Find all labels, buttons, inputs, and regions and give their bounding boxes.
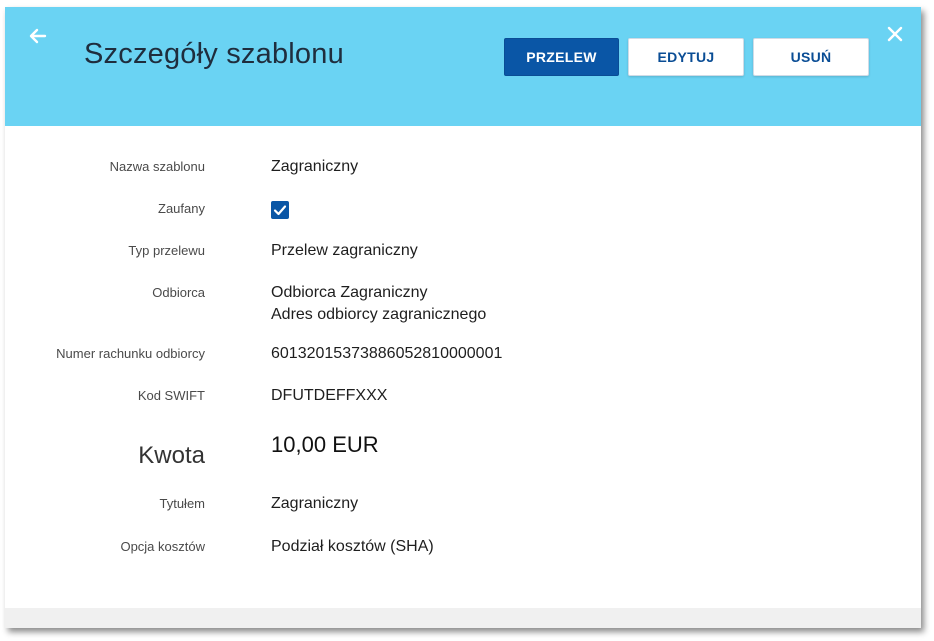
- transfer-type-label: Typ przelewu: [128, 243, 205, 258]
- account-number-value: 60132015373886052810000001: [271, 345, 503, 362]
- back-button[interactable]: [27, 25, 49, 47]
- recipient-address: Adres odbiorcy zagranicznego: [271, 306, 487, 323]
- page-title: Szczegóły szablonu: [84, 38, 344, 70]
- cost-option-value: Podział kosztów (SHA): [271, 538, 434, 555]
- recipient-label: Odbiorca: [152, 285, 205, 300]
- trusted-checkbox[interactable]: [271, 201, 289, 219]
- template-name-value: Zagraniczny: [271, 158, 359, 175]
- transfer-type-value: Przelew zagraniczny: [271, 242, 418, 259]
- swift-label: Kod SWIFT: [137, 388, 205, 403]
- amount-value: 10,00 EUR: [271, 434, 379, 456]
- title-value: Zagraniczny: [271, 495, 359, 512]
- swift-value: DFUTDEFFXXX: [271, 387, 388, 404]
- dialog-footer: [5, 608, 921, 628]
- template-name-label: Nazwa szablonu: [109, 159, 205, 174]
- edit-button[interactable]: EDYTUJ: [628, 38, 744, 76]
- title-label: Tytułem: [159, 496, 205, 511]
- recipient-name: Odbiorca Zagraniczny: [271, 284, 428, 301]
- dialog-header: Szczegóły szablonu PRZELEW EDYTUJ USUŃ: [5, 7, 921, 126]
- checkmark-icon: [273, 205, 287, 216]
- amount-label: Kwota: [138, 442, 205, 469]
- account-number-label: Numer rachunku odbiorcy: [56, 346, 205, 361]
- template-details-dialog: Szczegóły szablonu PRZELEW EDYTUJ USUŃ N…: [5, 7, 921, 628]
- trusted-label: Zaufany: [158, 201, 205, 216]
- close-button[interactable]: [885, 24, 905, 44]
- cost-option-label: Opcja kosztów: [120, 539, 205, 554]
- transfer-button[interactable]: PRZELEW: [504, 38, 619, 76]
- arrow-left-icon: [29, 28, 47, 44]
- amount-currency: EUR: [332, 432, 379, 457]
- delete-button[interactable]: USUŃ: [753, 38, 869, 76]
- close-icon: [887, 26, 903, 42]
- amount-number: 10,00: [271, 432, 327, 457]
